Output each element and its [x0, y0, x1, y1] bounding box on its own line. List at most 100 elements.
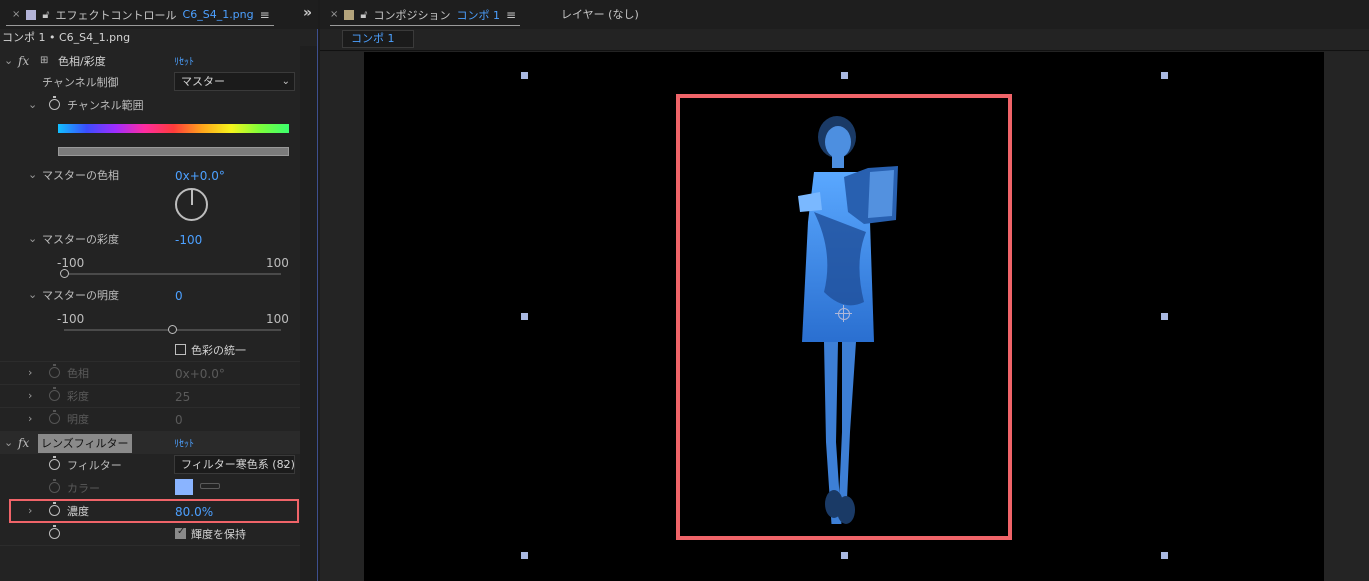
reset-button[interactable]: ﾘｾｯﾄ: [174, 53, 194, 68]
effect-header-hue-saturation[interactable]: ⌄ fx ⊞ 色相/彩度 ﾘｾｯﾄ: [0, 49, 300, 72]
reset-button[interactable]: ﾘｾｯﾄ: [174, 435, 194, 450]
stopwatch-icon: [49, 387, 60, 401]
preserve-luminosity-label: 輝度を保持: [191, 527, 246, 541]
panel-color-icon: [26, 9, 37, 20]
slider-max-label: 100: [266, 256, 289, 270]
master-hue-label: マスターの色相: [42, 168, 119, 182]
composition-viewer[interactable]: [320, 52, 1369, 581]
transform-handle[interactable]: [521, 552, 528, 559]
master-saturation-label: マスターの彩度: [42, 232, 119, 246]
channel-control-dropdown[interactable]: マスター ⌄: [174, 72, 295, 91]
composition-panel: × 🔓︎ コンポジション コンポ 1 ≡ レイヤー (なし) コンポ 1: [320, 0, 1369, 581]
panel-menu-icon[interactable]: ≡: [260, 8, 270, 22]
panel-menu-icon[interactable]: ≡: [506, 8, 516, 22]
effect-controls-tabbar: × 🔓︎ エフェクトコントロール C6_S4_1.png ≡ »: [0, 0, 318, 29]
lock-icon[interactable]: 🔓︎: [42, 8, 49, 22]
transform-handle[interactable]: [1161, 313, 1168, 320]
tab-title: エフェクトコントロール: [55, 8, 177, 22]
chevron-down-icon[interactable]: ⌄: [28, 98, 37, 111]
colorize-row: 色彩の統一: [0, 338, 300, 361]
colorize-hue-label: 色相: [67, 366, 89, 380]
dropdown-value: マスター: [181, 75, 225, 88]
colorize-lightness-row: › 明度 0: [0, 407, 300, 430]
slider-min-label: -100: [57, 256, 85, 270]
chevron-down-icon[interactable]: ⌄: [28, 232, 37, 245]
channel-range-row: ⌄ チャンネル範囲: [0, 93, 300, 116]
comp-breadcrumb[interactable]: コンポ 1: [342, 30, 414, 48]
eyedropper-icon[interactable]: [200, 483, 220, 489]
chevron-right-icon[interactable]: ›: [28, 412, 32, 425]
filter-color-swatch[interactable]: [175, 479, 193, 495]
effect-name: レンズフィルター: [38, 434, 132, 453]
master-hue-row: ⌄ マスターの色相 0x+0.0°: [0, 163, 300, 186]
effect-name: 色相/彩度: [58, 54, 106, 68]
expand-panels-icon[interactable]: »: [303, 5, 312, 21]
preserve-luminosity-row: 輝度を保持: [0, 522, 300, 545]
slider-max-label: 100: [266, 312, 289, 326]
colorize-hue-row: › 色相 0x+0.0°: [0, 361, 300, 384]
transform-handle[interactable]: [841, 72, 848, 79]
density-highlight-box: [9, 499, 299, 523]
filter-row: フィルター フィルター寒色系 (82) ⌄: [0, 453, 300, 476]
master-saturation-value[interactable]: -100: [175, 233, 202, 247]
colorize-lightness-label: 明度: [67, 412, 89, 426]
channel-range-label: チャンネル範囲: [67, 98, 144, 112]
filter-dropdown[interactable]: フィルター寒色系 (82) ⌄: [174, 455, 295, 474]
channel-range-spectrum: [58, 124, 289, 133]
master-hue-dial[interactable]: [175, 188, 208, 221]
colorize-checkbox[interactable]: [175, 344, 186, 355]
colorize-saturation-label: 彩度: [67, 389, 89, 403]
colorize-saturation-value: 25: [175, 390, 191, 404]
stopwatch-icon[interactable]: [49, 456, 60, 470]
close-icon[interactable]: ×: [12, 9, 20, 20]
stopwatch-icon: [49, 410, 60, 424]
master-saturation-slider-knob[interactable]: [59, 269, 69, 278]
colorize-label: 色彩の統一: [191, 343, 246, 357]
layer-title: コンポ 1 • C6_S4_1.png: [2, 31, 131, 44]
master-lightness-value[interactable]: 0: [175, 289, 183, 303]
close-icon[interactable]: ×: [330, 9, 338, 20]
fx-icon[interactable]: fx: [18, 436, 29, 450]
anchor-point-icon[interactable]: [835, 305, 852, 322]
effect-controls-tab[interactable]: × 🔓︎ エフェクトコントロール C6_S4_1.png ≡: [6, 4, 274, 26]
effect-controls-panel: × 🔓︎ エフェクトコントロール C6_S4_1.png ≡ » コンポ 1 •…: [0, 0, 318, 581]
transform-handle[interactable]: [521, 72, 528, 79]
chevron-down-icon[interactable]: ⌄: [4, 54, 13, 67]
composition-canvas[interactable]: [364, 52, 1324, 581]
composition-tab[interactable]: × 🔓︎ コンポジション コンポ 1 ≡: [330, 4, 521, 26]
stopwatch-icon[interactable]: [49, 525, 60, 539]
fx-icon[interactable]: fx: [18, 54, 29, 68]
preserve-luminosity-checkbox[interactable]: [175, 526, 186, 539]
transform-handle[interactable]: [841, 552, 848, 559]
chevron-down-icon: ⌄: [281, 459, 290, 470]
layer-panel-tab[interactable]: レイヤー (なし): [561, 6, 639, 22]
chevron-down-icon[interactable]: ⌄: [4, 436, 13, 449]
transform-handle[interactable]: [521, 313, 528, 320]
chevron-right-icon[interactable]: ›: [28, 389, 32, 402]
master-saturation-row: ⌄ マスターの彩度 -100: [0, 227, 300, 250]
lock-icon[interactable]: 🔓︎: [360, 8, 367, 22]
chevron-down-icon[interactable]: ⌄: [28, 168, 37, 181]
colorize-saturation-row: › 彩度 25: [0, 384, 300, 407]
transform-handle[interactable]: [1161, 552, 1168, 559]
panel-color-icon: [344, 9, 355, 20]
divider: [0, 545, 300, 546]
composition-tabbar: × 🔓︎ コンポジション コンポ 1 ≡ レイヤー (なし): [320, 0, 1369, 29]
master-lightness-slider-knob[interactable]: [168, 325, 177, 334]
channel-control-label: チャンネル制御: [42, 75, 119, 89]
scrollbar[interactable]: [300, 46, 317, 581]
stopwatch-icon: [49, 364, 60, 378]
preset-icon: ⊞: [40, 55, 49, 66]
stopwatch-icon: [49, 479, 60, 493]
master-saturation-slider-track[interactable]: [64, 273, 281, 275]
chevron-down-icon[interactable]: ⌄: [28, 288, 37, 301]
channel-control-row: チャンネル制御 マスター ⌄: [0, 70, 300, 93]
slider-min-label: -100: [57, 312, 85, 326]
stopwatch-icon[interactable]: [49, 96, 60, 110]
tab-file-name: C6_S4_1.png: [182, 8, 254, 21]
transform-handle[interactable]: [1161, 72, 1168, 79]
chevron-right-icon[interactable]: ›: [28, 366, 32, 379]
master-hue-value[interactable]: 0x+0.0°: [175, 169, 225, 183]
colorize-lightness-value: 0: [175, 413, 183, 427]
master-lightness-label: マスターの明度: [42, 288, 119, 302]
